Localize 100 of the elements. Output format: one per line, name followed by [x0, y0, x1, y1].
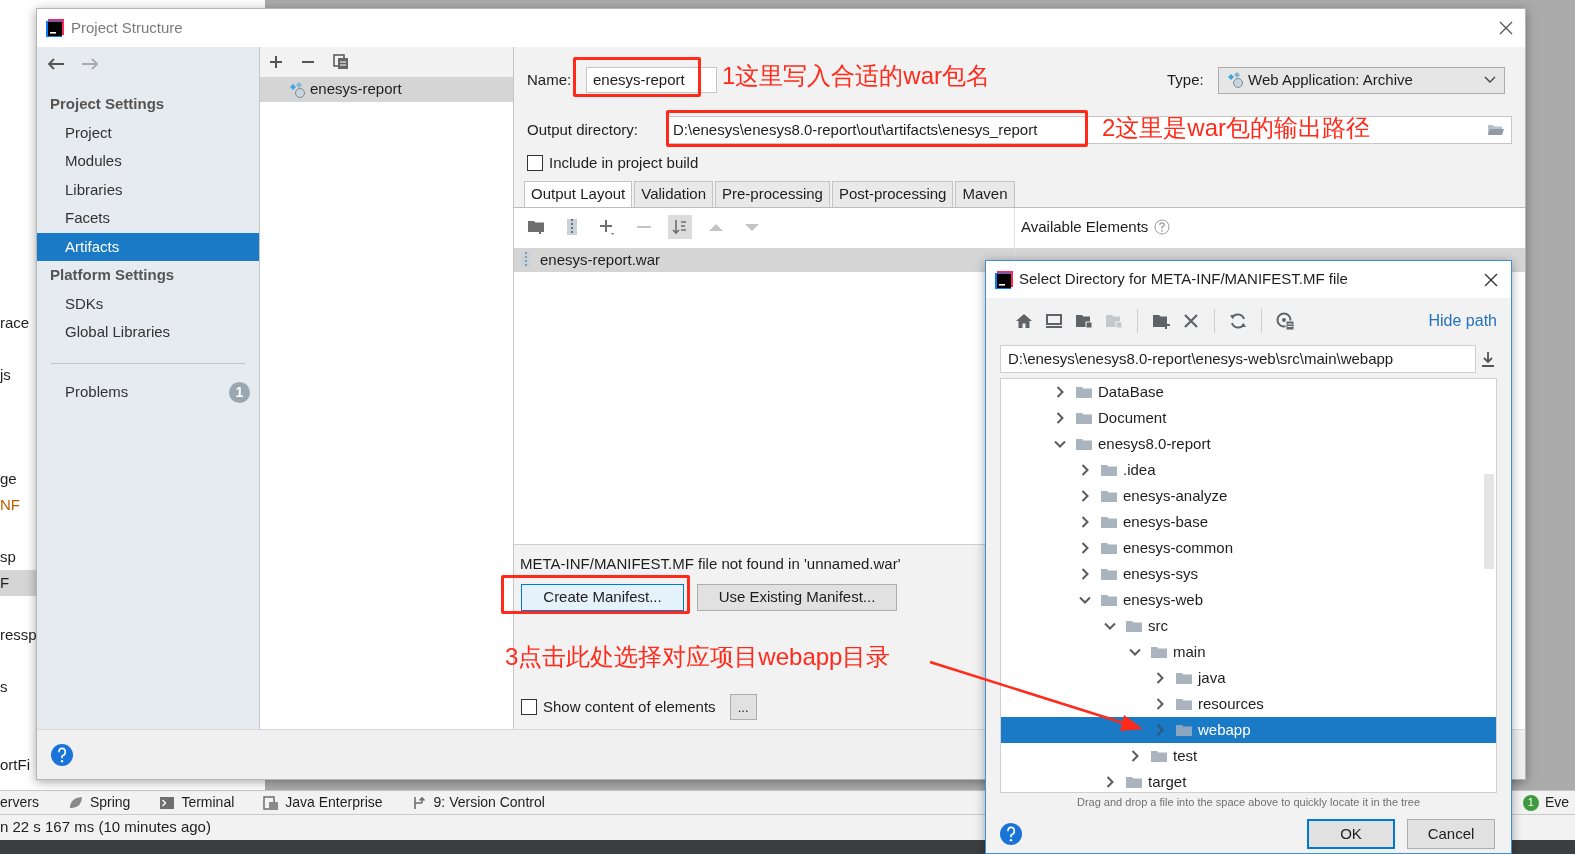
tree-row[interactable]: enesys8.0-report	[1001, 431, 1496, 457]
annotation-text: 1这里写入合适的war包名	[722, 61, 991, 91]
spring-icon[interactable]	[67, 794, 84, 811]
tab[interactable]: Maven	[955, 181, 1015, 207]
plus-icon[interactable]	[269, 55, 283, 69]
sidebar-item[interactable]: Libraries	[37, 175, 259, 204]
hide-path-link[interactable]: Hide path	[1428, 309, 1497, 333]
folder-icon	[1100, 488, 1118, 504]
tab[interactable]: Pre-processing	[715, 181, 830, 207]
tab[interactable]: Validation	[634, 181, 713, 207]
javaee-icon[interactable]	[263, 794, 280, 811]
manifest-button[interactable]: Create Manifest...	[521, 583, 684, 611]
tree-row[interactable]: test	[1001, 743, 1496, 769]
tree-item[interactable]: sp	[0, 544, 37, 570]
tab[interactable]: Post-processing	[831, 181, 954, 207]
tool-window-tab[interactable]: ervers	[0, 792, 39, 813]
sidebar-item[interactable]: Problems	[65, 381, 129, 404]
event-count-badge: 1	[1522, 794, 1539, 811]
refresh-icon[interactable]	[1229, 312, 1247, 330]
sidebar-item[interactable]: Artifacts	[37, 232, 259, 261]
folder-icon	[1100, 566, 1118, 582]
close-icon[interactable]	[1499, 21, 1513, 35]
folder-icon	[1150, 748, 1168, 764]
folder-icon	[1100, 540, 1118, 556]
tree-row[interactable]: .idea	[1001, 457, 1496, 483]
tree-row[interactable]: target	[1001, 769, 1496, 792]
logo-icon	[46, 19, 64, 37]
type-dropdown[interactable]: Web Application: Archive	[1218, 66, 1505, 94]
copy-icon[interactable]	[333, 54, 349, 70]
download-icon[interactable]	[1480, 351, 1496, 367]
back-arrow-icon[interactable]	[47, 57, 65, 71]
tree-row[interactable]: src	[1001, 613, 1496, 639]
chevron-down-icon	[1484, 76, 1496, 84]
tool-window-tab[interactable]: 9: Version Control	[433, 792, 545, 813]
tree-row[interactable]: enesys-common	[1001, 535, 1496, 561]
tree-row[interactable]: resources	[1001, 691, 1496, 717]
up-icon	[709, 222, 723, 232]
manifest-button[interactable]: Use Existing Manifest...	[697, 583, 897, 611]
sidebar-item[interactable]: Facets	[37, 204, 259, 233]
home-icon[interactable]	[1015, 312, 1033, 330]
help-icon[interactable]	[51, 743, 73, 766]
dialog-button[interactable]: Cancel	[1407, 819, 1495, 849]
sidebar-item[interactable]: Modules	[37, 147, 259, 176]
help-icon[interactable]	[1000, 823, 1022, 845]
project-icon[interactable]	[1075, 312, 1093, 330]
desktop-icon[interactable]	[1045, 312, 1063, 330]
hidden-files-icon[interactable]	[1276, 312, 1294, 330]
delete-icon[interactable]	[1182, 312, 1200, 330]
tree-item[interactable]: s	[0, 674, 37, 700]
status-text: n 22 s 167 ms (10 minutes ago)	[0, 817, 211, 838]
event-log-tab[interactable]: Eve	[1544, 792, 1569, 813]
artifact-icon	[288, 80, 306, 99]
tree-item[interactable]: ortFi	[0, 752, 37, 778]
terminal-icon[interactable]	[159, 794, 176, 811]
vcs-icon[interactable]	[411, 794, 428, 811]
tool-window-tab[interactable]: Terminal	[181, 792, 235, 813]
tree-item[interactable]: race	[0, 310, 37, 336]
window-title: Select Directory for META-INF/MANIFEST.MF file	[1019, 269, 1349, 290]
tree-item[interactable]: F	[0, 570, 36, 596]
tree-row[interactable]: enesys-base	[1001, 509, 1496, 535]
field-label: Output directory:	[527, 119, 639, 140]
tree-row[interactable]: enesys-web	[1001, 587, 1496, 613]
tree-item[interactable]: js	[0, 362, 37, 388]
folder-open-icon[interactable]	[1487, 123, 1505, 137]
tab[interactable]: Output Layout	[524, 181, 633, 207]
tree-row[interactable]: main	[1001, 639, 1496, 665]
artifact-item[interactable]: enesys-report	[260, 77, 513, 102]
tree-row[interactable]: webapp	[1001, 717, 1496, 743]
checkbox[interactable]	[527, 155, 543, 171]
section-heading: Available Elements	[1021, 216, 1149, 237]
annotation-text: 3点击此处选择对应项目webapp目录	[505, 642, 891, 672]
tree-item[interactable]: NF	[0, 492, 37, 518]
tree-item[interactable]: ressp	[0, 622, 37, 648]
tree-row[interactable]: Document	[1001, 405, 1496, 431]
scrollbar-thumb[interactable]	[1484, 474, 1494, 569]
tool-window-tab[interactable]: Spring	[89, 792, 131, 813]
tree-row[interactable]: DataBase	[1001, 379, 1496, 405]
sidebar-item[interactable]: SDKs	[37, 289, 259, 318]
dialog-button[interactable]: OK	[1307, 819, 1395, 849]
tree-row[interactable]: enesys-analyze	[1001, 483, 1496, 509]
window-title: Project Structure	[71, 17, 183, 38]
tree-row[interactable]: java	[1001, 665, 1496, 691]
tree-item[interactable]: ge	[0, 466, 37, 492]
annotation-text: 2这里是war包的输出路径	[1102, 113, 1371, 143]
name-field[interactable]: enesys-report	[586, 67, 717, 93]
close-icon[interactable]	[1484, 272, 1498, 287]
path-field[interactable]: D:\enesys\enesys8.0-report\enesys-web\src\main\webapp	[1000, 345, 1476, 373]
sort-icon	[671, 218, 689, 236]
sidebar-item[interactable]: Global Libraries	[37, 318, 259, 347]
folder-icon	[1125, 618, 1143, 634]
layout-item[interactable]: enesys-report.war	[514, 248, 1014, 272]
new-folder-icon[interactable]	[1152, 312, 1170, 330]
sort-button[interactable]	[668, 215, 692, 239]
tree-row[interactable]: enesys-sys	[1001, 561, 1496, 587]
artifact-icon	[1226, 71, 1244, 89]
sidebar-item[interactable]: Project	[37, 118, 259, 147]
archive-icon	[520, 252, 532, 268]
more-button[interactable]: ...	[729, 694, 757, 720]
checkbox[interactable]	[521, 699, 537, 715]
tool-window-tab[interactable]: Java Enterprise	[285, 792, 383, 813]
